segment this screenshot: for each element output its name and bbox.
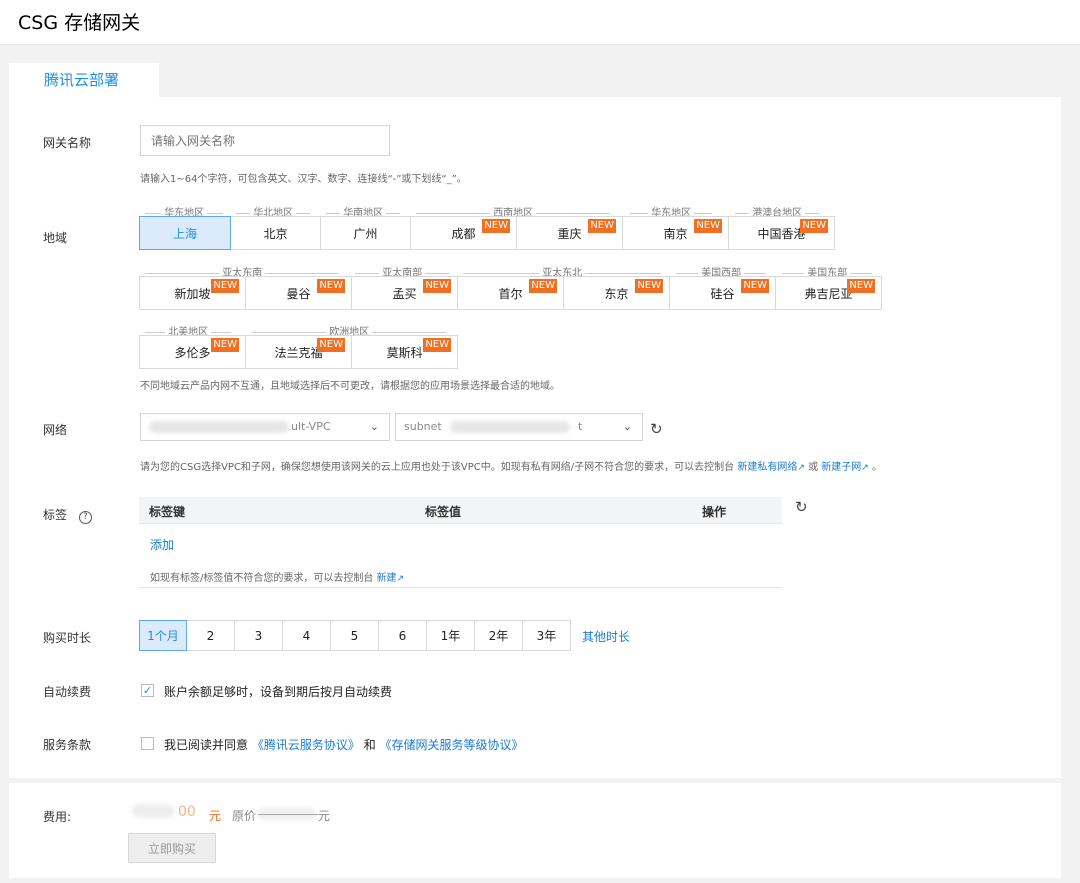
- new-vpc-link[interactable]: 新建私有网络: [737, 462, 797, 473]
- auto-renew-text: 账户余额足够时，设备到期后按月自动续费: [164, 685, 393, 699]
- service-agreement-link[interactable]: 《腾讯云服务协议》: [252, 738, 360, 752]
- divider: [139, 587, 782, 588]
- duration-options: 1个月 2 3 4 5 6 1年 2年 3年: [139, 620, 571, 651]
- region-shanghai[interactable]: 上海: [139, 216, 231, 250]
- terms-text: 我已阅读并同意 《腾讯云服务协议》 和 《存储网关服务等级协议》: [164, 738, 524, 752]
- col-tag-value: 标签值: [425, 505, 462, 519]
- region-hongkong[interactable]: 中国香港 NEW: [728, 216, 835, 250]
- new-badge: NEW: [317, 338, 345, 352]
- col-action: 操作: [702, 505, 727, 519]
- subnet-select[interactable]: subnet t ⌄: [395, 413, 643, 441]
- region-silicon-valley[interactable]: 硅谷 NEW: [669, 276, 776, 310]
- auto-renew-checkbox[interactable]: ✓: [141, 684, 154, 697]
- region-row-1: 上海 北京 广州 成都 NEW 重庆 NEW 南京 NEW 中国香港 NEW: [139, 216, 835, 250]
- duration-option[interactable]: 2年: [474, 620, 523, 651]
- strikethrough: [258, 814, 318, 815]
- order-footer: [9, 783, 1061, 878]
- network-hint: 请为您的CSG选择VPC和子网，确保您想使用该网关的云上应用也处于该VPC中。如…: [140, 462, 882, 473]
- price-blurred: [132, 804, 174, 818]
- vpc-value-blurred: [149, 421, 289, 433]
- region-label: 地域: [43, 231, 68, 245]
- col-tag-key: 标签键: [149, 505, 186, 519]
- refresh-icon[interactable]: ↻: [650, 420, 663, 438]
- buy-now-button[interactable]: 立即购买: [128, 833, 216, 863]
- region-nanjing[interactable]: 南京 NEW: [622, 216, 729, 250]
- chevron-down-icon: ⌄: [622, 420, 632, 433]
- new-badge: NEW: [529, 279, 557, 293]
- region-virginia[interactable]: 弗吉尼亚 NEW: [775, 276, 882, 310]
- region-chengdu[interactable]: 成都 NEW: [410, 216, 517, 250]
- new-subnet-link[interactable]: 新建子网: [821, 462, 861, 473]
- region-bangkok[interactable]: 曼谷 NEW: [245, 276, 352, 310]
- fee-label: 费用:: [43, 810, 72, 824]
- tags-hint: 如现有标签/标签值不符合您的要求，可以去控制台 新建↗: [150, 573, 405, 584]
- check-icon: ✓: [142, 684, 153, 697]
- original-price-label: 原价: [232, 809, 257, 823]
- region-row-2: 新加坡 NEW 曼谷 NEW 孟买 NEW 首尔 NEW 东京 NEW 硅谷 NEW 弗吉尼…: [139, 276, 882, 310]
- region-mumbai[interactable]: 孟买 NEW: [351, 276, 458, 310]
- new-badge: NEW: [635, 279, 663, 293]
- region-hint: 不同地域云产品内网不互通，且地域选择后不可更改，请根据您的应用场景选择最合适的地…: [140, 381, 560, 392]
- region-row-3: 多伦多 NEW 法兰克福 NEW 莫斯科 NEW: [139, 335, 458, 369]
- new-badge: NEW: [317, 279, 345, 293]
- gateway-name-input[interactable]: [140, 125, 390, 156]
- gateway-name-hint: 请输入1~64个字符，可包含英文、汉字、数字、连接线“-”或下划线“_”。: [140, 174, 467, 185]
- terms-checkbox[interactable]: [141, 737, 154, 750]
- new-tag-link[interactable]: 新建: [377, 573, 397, 584]
- refresh-icon[interactable]: ↻: [795, 498, 808, 516]
- tab-tencent-deploy[interactable]: 腾讯云部署: [9, 63, 159, 98]
- region-moscow[interactable]: 莫斯科 NEW: [351, 335, 458, 369]
- new-badge: NEW: [211, 279, 239, 293]
- tags-label: 标签 ?: [43, 506, 92, 524]
- price-digits: 00: [178, 804, 196, 820]
- original-currency: 元: [318, 809, 331, 823]
- auto-renew-label: 自动续费: [43, 685, 92, 699]
- region-chongqing[interactable]: 重庆 NEW: [516, 216, 623, 250]
- new-badge: NEW: [482, 219, 510, 233]
- new-badge: NEW: [800, 219, 828, 233]
- price-currency: 元: [209, 809, 222, 823]
- top-bar: CSG 存储网关: [0, 0, 1080, 45]
- new-badge: NEW: [694, 219, 722, 233]
- new-badge: NEW: [423, 338, 451, 352]
- duration-option[interactable]: 4: [282, 620, 331, 651]
- duration-option[interactable]: 3: [234, 620, 283, 651]
- vpc-select[interactable]: ult-VPC ⌄: [140, 413, 390, 441]
- region-frankfurt[interactable]: 法兰克福 NEW: [245, 335, 352, 369]
- external-link-icon: ↗: [861, 463, 869, 473]
- add-tag-link[interactable]: 添加: [150, 536, 174, 553]
- tags-table-header: 标签键 标签值 操作: [139, 497, 782, 524]
- region-seoul[interactable]: 首尔 NEW: [457, 276, 564, 310]
- gateway-name-label: 网关名称: [43, 136, 92, 150]
- sla-link[interactable]: 《存储网关服务等级协议》: [380, 738, 524, 752]
- terms-label: 服务条款: [43, 738, 92, 752]
- duration-option[interactable]: 1个月: [139, 620, 187, 651]
- duration-option[interactable]: 3年: [522, 620, 571, 651]
- external-link-icon: ↗: [396, 574, 405, 584]
- network-label: 网络: [43, 423, 68, 437]
- chevron-down-icon: ⌄: [369, 420, 379, 433]
- subnet-value-blurred: [450, 421, 570, 433]
- duration-option[interactable]: 6: [378, 620, 427, 651]
- region-singapore[interactable]: 新加坡 NEW: [139, 276, 246, 310]
- new-badge: NEW: [423, 279, 451, 293]
- duration-option[interactable]: 5: [330, 620, 379, 651]
- region-toronto[interactable]: 多伦多 NEW: [139, 335, 246, 369]
- region-beijing[interactable]: 北京: [230, 216, 321, 250]
- region-tokyo[interactable]: 东京 NEW: [563, 276, 670, 310]
- new-badge: NEW: [588, 219, 616, 233]
- other-duration-link[interactable]: 其他时长: [582, 628, 630, 645]
- duration-option[interactable]: 2: [186, 620, 235, 651]
- help-icon[interactable]: ?: [78, 511, 92, 524]
- new-badge: NEW: [211, 338, 239, 352]
- external-link-icon: ↗: [797, 463, 805, 473]
- page-title: CSG 存储网关: [18, 12, 141, 34]
- duration-option[interactable]: 1年: [426, 620, 475, 651]
- region-guangzhou[interactable]: 广州: [320, 216, 411, 250]
- new-badge: NEW: [847, 279, 875, 293]
- new-badge: NEW: [741, 279, 769, 293]
- duration-label: 购买时长: [43, 631, 92, 645]
